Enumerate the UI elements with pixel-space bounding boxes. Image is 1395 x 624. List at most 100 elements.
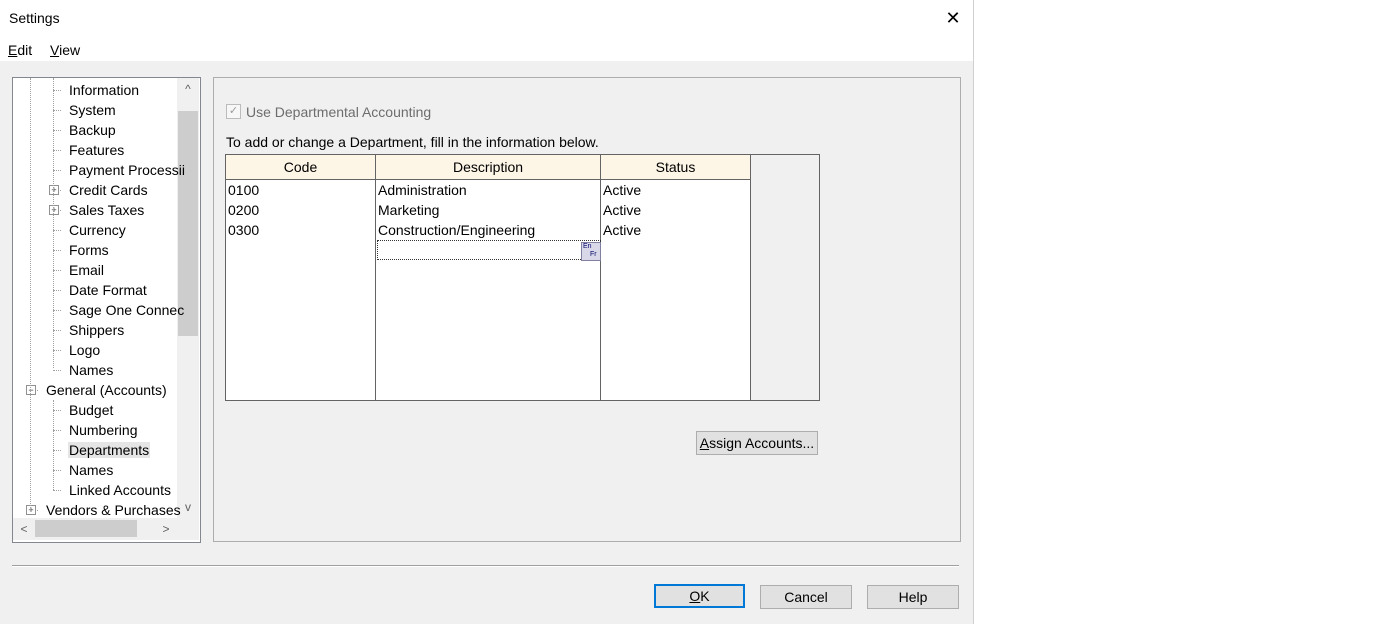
tree-connector <box>53 170 61 171</box>
help-button[interactable]: Help <box>867 585 959 609</box>
tree-item-label: Currency <box>69 222 126 238</box>
scrollbar-corner <box>177 518 199 540</box>
tree-item[interactable]: Currency <box>68 220 127 240</box>
tree-item[interactable]: Payment Processii <box>68 160 186 180</box>
tree-item-label: Sales Taxes <box>69 202 145 218</box>
menu-edit-rest: dit <box>17 42 33 58</box>
scroll-up-icon[interactable]: ^ <box>177 80 199 98</box>
row-2-code[interactable]: 0300 <box>228 220 259 240</box>
tree-item[interactable]: Sage One Connec <box>68 300 185 320</box>
tree-item[interactable]: Shippers <box>68 320 125 340</box>
tree-item[interactable]: Logo <box>68 340 101 360</box>
tree-connector <box>53 450 61 451</box>
title-bar: Settings ✕ <box>0 0 973 37</box>
expand-icon[interactable]: + <box>49 205 59 215</box>
row-0-description[interactable]: Administration <box>378 180 467 200</box>
tree-item-label: Forms <box>69 242 109 258</box>
tree-item-label: Names <box>69 462 114 478</box>
menu-edit[interactable]: Edit <box>8 42 32 58</box>
tree-item[interactable]: Numbering <box>68 420 138 440</box>
tree-connector <box>53 230 61 231</box>
collapse-icon[interactable]: − <box>26 385 36 395</box>
tree-item-label: Payment Processii <box>69 162 185 178</box>
row-1-code[interactable]: 0200 <box>228 200 259 220</box>
scroll-left-icon[interactable]: < <box>13 520 35 538</box>
menu-view[interactable]: View <box>50 42 80 58</box>
tree-connector <box>53 490 61 491</box>
tree-guide-line <box>53 400 54 490</box>
description-column: Description Administration Marketing Con… <box>376 155 601 400</box>
expand-icon[interactable]: + <box>26 505 36 515</box>
tree-item[interactable]: Sales Taxes <box>68 200 145 220</box>
tree-connector <box>53 250 61 251</box>
tree-item[interactable]: Names <box>68 360 114 380</box>
language-toggle-icon[interactable]: En Fr <box>581 242 601 261</box>
tree-item-label: Email <box>69 262 105 278</box>
instructions-text: To add or change a Department, fill in t… <box>226 134 599 150</box>
row-0-code[interactable]: 0100 <box>228 180 259 200</box>
status-column-header[interactable]: Status <box>601 155 750 180</box>
close-icon[interactable]: ✕ <box>937 4 969 32</box>
tree-item-label: Names <box>69 362 114 378</box>
tree-connector <box>53 130 61 131</box>
tree-connector <box>53 90 61 91</box>
expand-icon[interactable]: + <box>49 185 59 195</box>
tree-connector <box>53 370 61 371</box>
tree-horizontal-scrollbar[interactable]: < > <box>13 518 177 540</box>
assign-accounts-button[interactable]: Assign Accounts... <box>696 431 818 455</box>
tree-item[interactable]: Backup <box>68 120 117 140</box>
row-2-description[interactable]: Construction/Engineering <box>378 220 535 240</box>
tree-item-label: Sage One Connec <box>69 302 185 318</box>
ok-rest: K <box>700 588 710 604</box>
cancel-button[interactable]: Cancel <box>760 585 852 609</box>
scroll-right-icon[interactable]: > <box>155 520 177 538</box>
tree-item[interactable]: General (Accounts) <box>45 380 168 400</box>
use-departmental-checkbox[interactable]: ✓ <box>226 104 241 119</box>
new-description-input[interactable] <box>377 240 601 260</box>
tree-item[interactable]: Departments <box>68 440 151 460</box>
code-column-header[interactable]: Code <box>226 155 375 180</box>
tree-connector <box>53 350 61 351</box>
tree-item[interactable]: Linked Accounts <box>68 480 172 500</box>
tree-connector <box>53 270 61 271</box>
tree-item-label: Credit Cards <box>69 182 148 198</box>
row-0-status[interactable]: Active <box>603 180 641 200</box>
departments-grid[interactable]: Code 0100 0200 0300 Description Administ… <box>225 154 820 401</box>
tree-connector <box>53 430 61 431</box>
row-1-status[interactable]: Active <box>603 200 641 220</box>
tree-vertical-scrollbar[interactable]: ^ v <box>177 78 199 518</box>
tree-connector <box>53 470 61 471</box>
tree-item-label: General (Accounts) <box>46 382 167 398</box>
tree-item-label: Logo <box>69 342 101 358</box>
row-1-description[interactable]: Marketing <box>378 200 439 220</box>
settings-tree[interactable]: ^ v < > Information System Backup Features P… <box>12 77 201 543</box>
menu-view-rest: iew <box>59 42 81 58</box>
use-departmental-label: Use Departmental Accounting <box>246 104 432 120</box>
tree-item[interactable]: Vendors & Purchases <box>45 500 182 520</box>
tree-item[interactable]: System <box>68 100 117 120</box>
row-2-status[interactable]: Active <box>603 220 641 240</box>
tree-item[interactable]: Date Format <box>68 280 148 300</box>
assign-accounts-rest: ssign Accounts... <box>709 435 815 451</box>
tree-item[interactable]: Information <box>68 80 140 100</box>
tree-item-label: Backup <box>69 122 116 138</box>
assign-accounts-mnemonic: A <box>699 435 710 451</box>
tree-item[interactable]: Credit Cards <box>68 180 149 200</box>
menu-bar: Edit View <box>0 37 973 61</box>
tree-item[interactable]: Forms <box>68 240 110 260</box>
tree-item[interactable]: Names <box>68 460 114 480</box>
tree-connector <box>53 410 61 411</box>
tree-connector <box>53 110 61 111</box>
tree-connector <box>53 310 61 311</box>
description-column-header[interactable]: Description <box>376 155 600 180</box>
tree-item[interactable]: Features <box>68 140 125 160</box>
status-column: Status Active Active Active <box>601 155 751 400</box>
window-title: Settings <box>9 10 60 26</box>
ok-button[interactable]: OK <box>654 584 745 608</box>
tree-item-label: Departments <box>68 442 151 458</box>
tree-item-label: Shippers <box>69 322 125 338</box>
tree-horizontal-scroll-thumb[interactable] <box>35 520 137 537</box>
tree-item-label: Numbering <box>69 422 138 438</box>
tree-item[interactable]: Email <box>68 260 105 280</box>
tree-item[interactable]: Budget <box>68 400 114 420</box>
